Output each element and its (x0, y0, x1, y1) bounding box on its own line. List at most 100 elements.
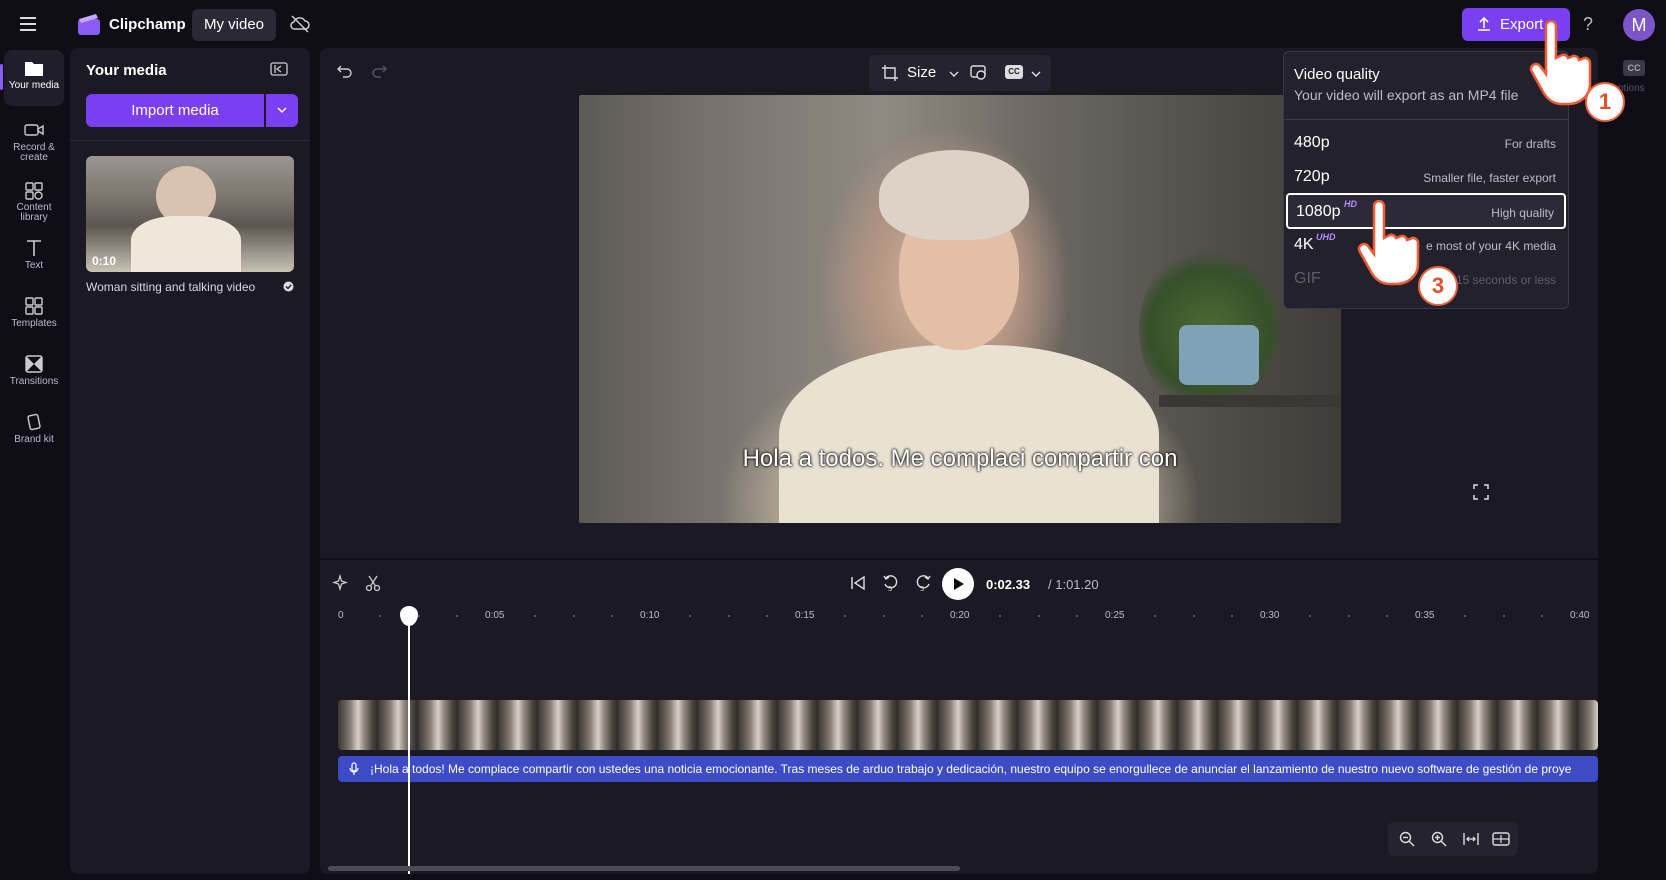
rail-item-templates[interactable]: Templates (4, 288, 64, 344)
crop-icon[interactable] (881, 64, 899, 82)
quality-description: 15 seconds or less (1455, 273, 1556, 287)
quality-resolution: 4K (1294, 236, 1314, 253)
horizontal-scrollbar[interactable] (328, 866, 960, 871)
rail-item-record-create[interactable]: Record & create (4, 112, 64, 168)
rail-item-text[interactable]: Text (4, 230, 64, 286)
ruler-tick (456, 615, 459, 617)
zoom-out-icon[interactable] (1398, 830, 1416, 848)
quality-description: Smaller file, faster export (1423, 171, 1556, 185)
zoom-controls (1388, 822, 1518, 856)
collapse-panel-icon[interactable] (270, 61, 288, 77)
avatar[interactable]: M (1623, 9, 1655, 41)
ruler-tick (611, 615, 614, 617)
text-icon (27, 240, 41, 256)
dropdown-subtitle: Your video will export as an MP4 file (1294, 87, 1519, 103)
video-caption: Hola a todos. Me complaci compartir con (742, 445, 1178, 472)
playhead-handle[interactable] (400, 606, 418, 626)
quality-option-480p[interactable]: 480p For drafts (1286, 126, 1566, 162)
rail-label: Templates (11, 318, 57, 329)
preview-subject-body (779, 345, 1159, 523)
undo-icon[interactable] (336, 62, 354, 78)
ruler-tick-label: 0:25 (1105, 610, 1125, 621)
project-title[interactable]: My video (192, 9, 276, 41)
divider (70, 140, 310, 141)
ruler-tick (1231, 615, 1234, 617)
media-panel: Your media Import media 0:10 Woman sitti… (70, 48, 310, 874)
ruler-tick (843, 615, 846, 617)
preview-pot (1179, 325, 1259, 385)
play-button[interactable] (942, 568, 974, 600)
transitions-icon (25, 355, 43, 373)
ruler-tick-label: 0 (338, 610, 344, 621)
rail-item-your-media[interactable]: Your media (0, 50, 64, 106)
import-media-button[interactable]: Import media (86, 94, 264, 127)
templates-icon (25, 297, 43, 315)
rail-label: Text (24, 260, 44, 271)
rewind-5-icon[interactable]: 5 (882, 574, 900, 594)
ruler-tick (882, 615, 885, 617)
chevron-down-icon[interactable] (1031, 70, 1041, 78)
zoom-in-icon[interactable] (1430, 830, 1448, 848)
ruler-tick (1192, 615, 1195, 617)
rail-item-transitions[interactable]: Transitions (4, 346, 64, 402)
media-thumbnail[interactable]: 0:10 (86, 156, 294, 272)
forward-5-icon[interactable]: 5 (914, 574, 932, 594)
rail-item-brand-kit[interactable]: Brand kit (4, 404, 64, 460)
thumbnail-subject-body (131, 216, 241, 272)
captions-icon[interactable]: CC (1005, 65, 1023, 79)
skip-to-start-icon[interactable] (850, 575, 866, 591)
play-icon (954, 578, 964, 590)
playhead[interactable] (408, 614, 410, 874)
cloud-sync-off-icon[interactable] (289, 14, 311, 34)
scissors-icon[interactable] (364, 574, 382, 592)
ruler-tick (572, 615, 575, 617)
import-options-button[interactable] (266, 94, 298, 127)
ruler-tick-label: 0:05 (485, 610, 505, 621)
ruler-tick (533, 615, 536, 617)
fullscreen-icon[interactable] (1473, 484, 1489, 500)
ruler-tick (1463, 615, 1466, 617)
ruler-tick (1153, 615, 1156, 617)
library-icon (25, 182, 43, 200)
hand-pointer-icon (1356, 200, 1426, 290)
redo-icon[interactable] (370, 62, 388, 78)
quality-option-1080p[interactable]: 1080p HD High quality (1286, 193, 1566, 229)
video-camera-icon (24, 124, 44, 136)
step-badge-1: 1 (1585, 82, 1625, 122)
chevron-down-icon (277, 107, 287, 114)
ruler-tick (1541, 615, 1544, 617)
checkmark-icon (283, 281, 294, 292)
caption-track[interactable]: ¡Hola a todos! Me complace compartir con… (338, 756, 1598, 782)
rail-item-content-library[interactable]: Content library (4, 172, 64, 228)
quality-option-4k[interactable]: 4K UHD e most of your 4K media (1286, 228, 1566, 264)
chevron-down-icon[interactable] (949, 70, 959, 78)
ruler-tick (727, 615, 730, 617)
app-name: Clipchamp (109, 16, 186, 33)
menu-icon[interactable] (18, 14, 42, 34)
quality-resolution: 1080p (1296, 203, 1341, 220)
quality-description: High quality (1491, 206, 1554, 220)
rail-label: Record & create (13, 142, 55, 163)
magic-sparkle-icon[interactable] (332, 574, 350, 592)
quality-badge: UHD (1316, 232, 1336, 242)
fit-to-width-icon[interactable] (1462, 830, 1480, 848)
ruler-tick-label: 0:20 (950, 610, 970, 621)
rail-label: Transitions (9, 376, 59, 387)
ruler-tick (1347, 615, 1350, 617)
ruler-tick-label: 0:35 (1415, 610, 1435, 621)
media-name: Woman sitting and talking video (86, 280, 256, 294)
expand-timeline-icon[interactable] (1492, 830, 1510, 848)
ruler-tick (1037, 615, 1040, 617)
background-icon[interactable] (969, 63, 989, 81)
folder-icon (25, 62, 43, 76)
panel-title: Your media (86, 62, 167, 79)
rail-label: Brand kit (14, 434, 54, 445)
size-button[interactable]: Size (907, 64, 936, 81)
quality-option-720p[interactable]: 720p Smaller file, faster export (1286, 160, 1566, 196)
video-preview[interactable]: Hola a todos. Me complaci compartir con (579, 95, 1341, 523)
ruler-tick (998, 615, 1001, 617)
video-clip-track[interactable] (338, 700, 1598, 750)
clipchamp-logo-icon (76, 13, 102, 37)
dropdown-title: Video quality (1294, 66, 1380, 83)
captions-panel-icon[interactable]: CC (1623, 60, 1645, 76)
